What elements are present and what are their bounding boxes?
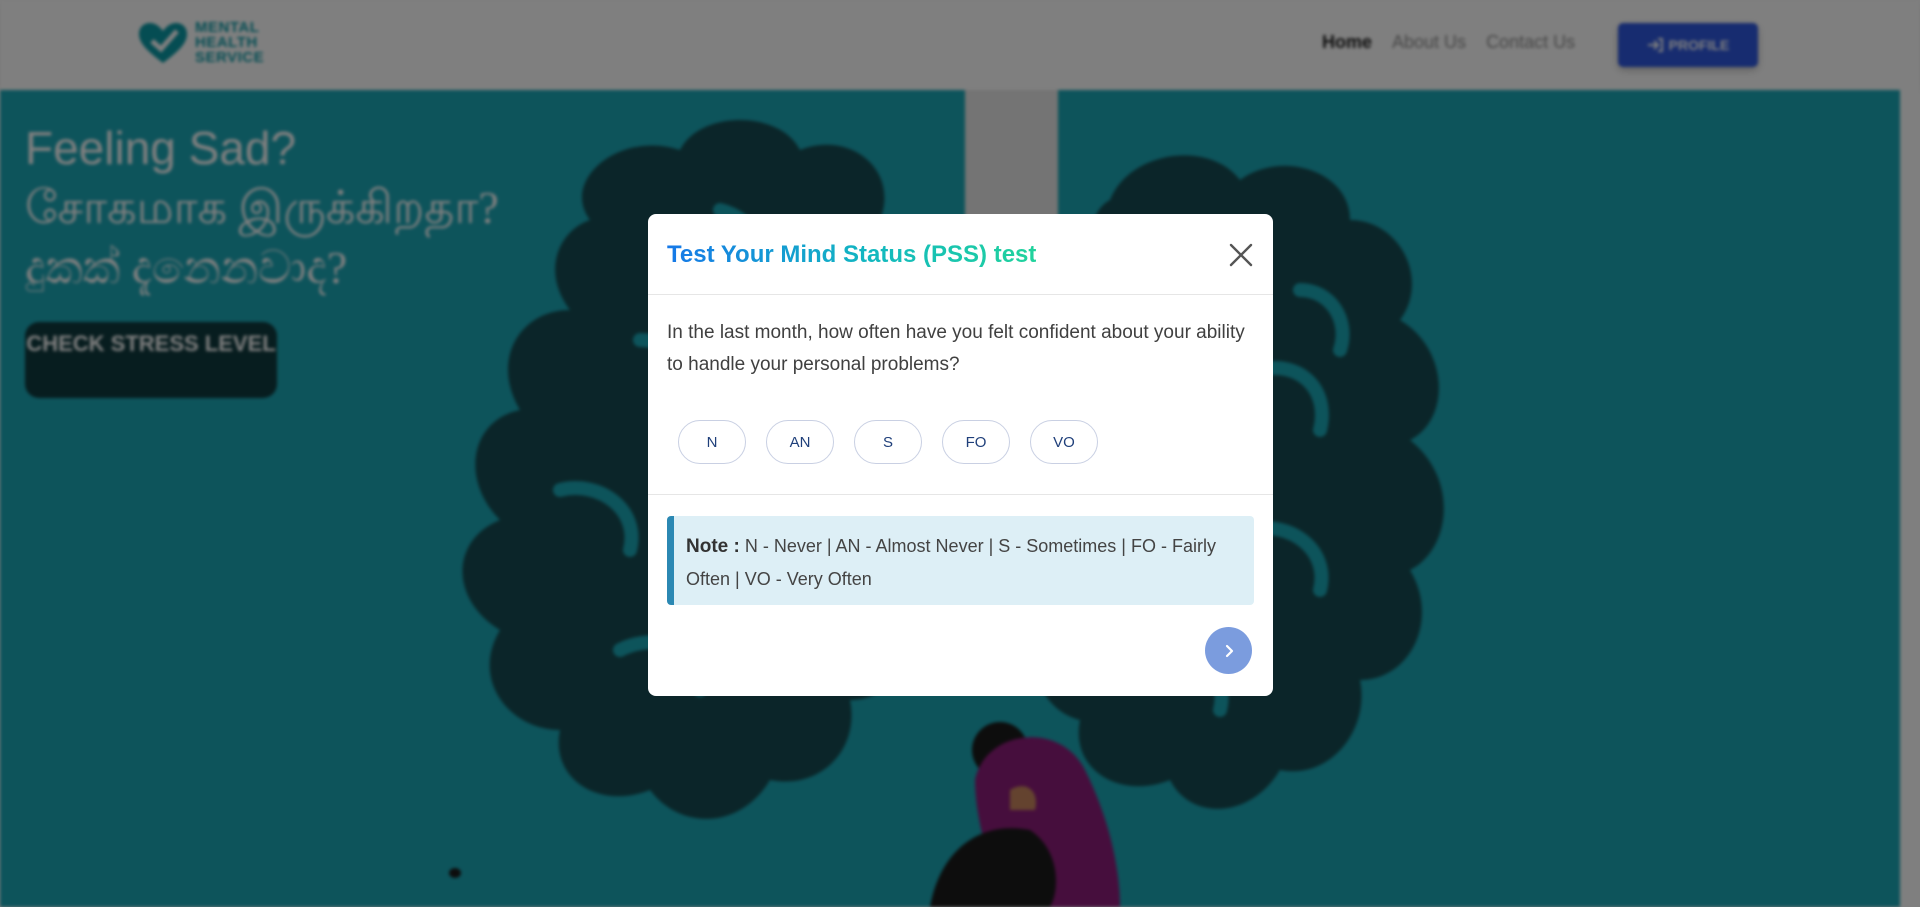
option-sometimes-button[interactable]: S: [854, 420, 922, 464]
legend-note: Note : N - Never | AN - Almost Never | S…: [667, 516, 1254, 605]
pss-test-modal: Test Your Mind Status (PSS) test In the …: [648, 214, 1273, 696]
close-icon: [1229, 243, 1253, 267]
close-button[interactable]: [1228, 242, 1254, 268]
chevron-right-icon: [1225, 644, 1233, 657]
next-question-button[interactable]: [1205, 627, 1252, 674]
option-almost-never-button[interactable]: AN: [766, 420, 834, 464]
note-label: Note :: [686, 536, 740, 557]
answer-options: N AN S FO VO: [667, 420, 1254, 464]
option-very-often-button[interactable]: VO: [1030, 420, 1098, 464]
modal-body: In the last month, how often have you fe…: [648, 295, 1273, 495]
modal-title: Test Your Mind Status (PSS) test: [667, 241, 1037, 268]
option-fairly-often-button[interactable]: FO: [942, 420, 1010, 464]
question-text: In the last month, how often have you fe…: [667, 322, 1245, 375]
modal-header: Test Your Mind Status (PSS) test: [648, 214, 1273, 295]
modal-footer: Note : N - Never | AN - Almost Never | S…: [648, 495, 1273, 695]
note-text: N - Never | AN - Almost Never | S - Some…: [686, 536, 1216, 589]
option-never-button[interactable]: N: [678, 420, 746, 464]
